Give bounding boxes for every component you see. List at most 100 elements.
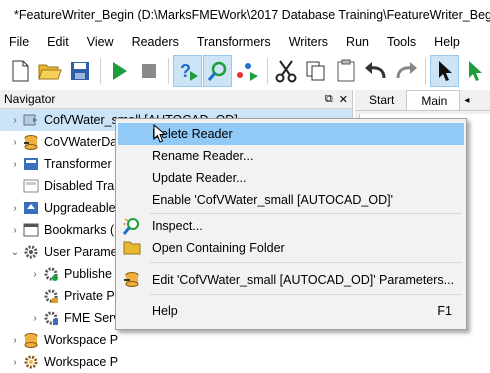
transformer-icon (22, 155, 40, 173)
menu-help[interactable]: Help (425, 35, 469, 49)
menu-item-open-folder[interactable]: Open Containing Folder (118, 237, 464, 259)
stop-icon (141, 64, 156, 78)
tab-scroll-left-icon[interactable]: ◂ (464, 95, 469, 106)
tree-item-label: Bookmarks ( (44, 223, 115, 237)
tree-item-label: Upgradeable (44, 201, 116, 215)
folder-icon (118, 240, 146, 256)
cut-button[interactable] (272, 55, 301, 87)
redo-icon (396, 62, 417, 79)
expand-chevron-icon[interactable]: › (28, 269, 42, 280)
save-disk-icon (71, 62, 90, 80)
tree-item-workspace-params[interactable]: › Workspace P (0, 351, 352, 373)
bookmark-icon (22, 221, 40, 239)
prompt-run-button[interactable]: ? (173, 55, 203, 87)
menu-item-rename-reader[interactable]: Rename Reader... (118, 145, 464, 167)
arrow-pointer-icon (438, 61, 452, 81)
collapse-chevron-icon[interactable]: ⌄ (8, 247, 22, 258)
menu-item-help[interactable]: Help F1 (118, 300, 464, 322)
magnifier-icon (207, 61, 226, 81)
connect-arrow-icon (468, 61, 482, 81)
menu-readers[interactable]: Readers (123, 35, 188, 49)
expand-chevron-icon[interactable]: › (28, 313, 42, 324)
run-button[interactable] (105, 55, 134, 87)
open-folder-button[interactable] (36, 55, 65, 87)
workspace-resource-icon (22, 331, 40, 349)
toolbar-separator (168, 58, 170, 84)
menu-writers[interactable]: Writers (280, 35, 337, 49)
canvas-tabs: Start Main ◂ (355, 90, 490, 111)
menu-file[interactable]: File (0, 35, 38, 49)
mouse-pointer-icon (153, 124, 167, 143)
expand-chevron-icon[interactable]: › (8, 203, 22, 214)
reader-icon (22, 111, 40, 129)
tab-start[interactable]: Start (355, 90, 406, 110)
toolbar: ? (0, 53, 490, 89)
expand-chevron-icon[interactable]: › (8, 335, 22, 346)
menu-item-update-reader[interactable]: Update Reader... (118, 167, 464, 189)
tree-item-label: CoVWaterDa (44, 135, 118, 149)
undock-icon[interactable]: ⧉ (325, 93, 333, 106)
menu-transformers[interactable]: Transformers (188, 35, 280, 49)
tree-item-label: FME Serv (64, 311, 120, 325)
tree-item-label: Publishe (64, 267, 112, 281)
clipboard-icon (337, 59, 355, 82)
undo-button[interactable] (362, 55, 391, 87)
disabled-transformer-icon (22, 177, 40, 195)
menu-bar: File Edit View Readers Transformers Writ… (0, 32, 490, 52)
copy-button[interactable] (302, 55, 331, 87)
menu-item-enable-reader[interactable]: Enable 'CofVWater_small [AUTOCAD_OD]' (118, 189, 464, 211)
play-icon (112, 62, 127, 80)
menu-separator (150, 262, 462, 263)
toolbar-separator (425, 58, 427, 84)
upgradeable-icon (22, 199, 40, 217)
select-tool-button[interactable] (430, 55, 460, 87)
navigator-header: Navigator ⧉ ✕ (0, 90, 352, 109)
published-param-icon (42, 265, 60, 283)
title-bar: *FeatureWriter_Begin (D:\MarksFMEWork\20… (0, 0, 490, 30)
menu-run[interactable]: Run (337, 35, 378, 49)
menu-view[interactable]: View (78, 35, 123, 49)
writer-icon (22, 133, 40, 151)
inspect-cache-button[interactable] (203, 55, 233, 87)
connect-tool-button[interactable] (460, 55, 489, 87)
expand-chevron-icon[interactable]: › (8, 159, 22, 170)
expand-chevron-icon[interactable]: › (8, 115, 22, 126)
workspace-param-icon (22, 353, 40, 371)
tree-item-workspace-resources[interactable]: › Workspace P (0, 329, 352, 351)
server-param-icon (42, 309, 60, 327)
context-menu: Delete Reader Rename Reader... Update Re… (115, 118, 467, 330)
menu-item-edit-parameters[interactable]: Edit 'CofVWater_small [AUTOCAD_OD]' Para… (118, 269, 464, 291)
folder-open-icon (38, 64, 62, 80)
copy-icon (306, 61, 325, 81)
parameters-icon (118, 271, 146, 289)
paste-button[interactable] (332, 55, 361, 87)
menu-separator (150, 213, 462, 214)
tree-item-label: User Parame (44, 245, 118, 259)
tree-item-label: Private P (64, 289, 115, 303)
expand-chevron-icon[interactable]: › (8, 225, 22, 236)
navigator-title: Navigator (4, 92, 56, 106)
redo-button[interactable] (391, 55, 420, 87)
help-shortcut: F1 (437, 304, 452, 318)
partial-run-icon (236, 63, 258, 81)
tree-item-label: Workspace P (44, 333, 119, 347)
menu-tools[interactable]: Tools (378, 35, 425, 49)
save-button[interactable] (66, 55, 95, 87)
menu-item-delete-reader[interactable]: Delete Reader (118, 123, 464, 145)
partial-run-button[interactable] (233, 55, 262, 87)
tab-main[interactable]: Main (406, 90, 461, 110)
tree-item-label: Workspace P (44, 355, 119, 369)
tree-item-label: Transformer (44, 157, 112, 171)
stop-button[interactable] (134, 55, 163, 87)
private-param-icon (42, 287, 60, 305)
expand-chevron-icon[interactable]: › (8, 357, 22, 368)
scissors-icon (275, 60, 297, 83)
menu-edit[interactable]: Edit (38, 35, 78, 49)
menu-item-inspect[interactable]: Inspect... (118, 215, 464, 237)
close-icon[interactable]: ✕ (339, 93, 348, 106)
new-file-button[interactable] (6, 55, 35, 87)
menu-separator (150, 294, 462, 295)
expand-chevron-icon[interactable]: › (8, 137, 22, 148)
gear-icon (22, 243, 40, 261)
inspect-icon (118, 216, 146, 236)
